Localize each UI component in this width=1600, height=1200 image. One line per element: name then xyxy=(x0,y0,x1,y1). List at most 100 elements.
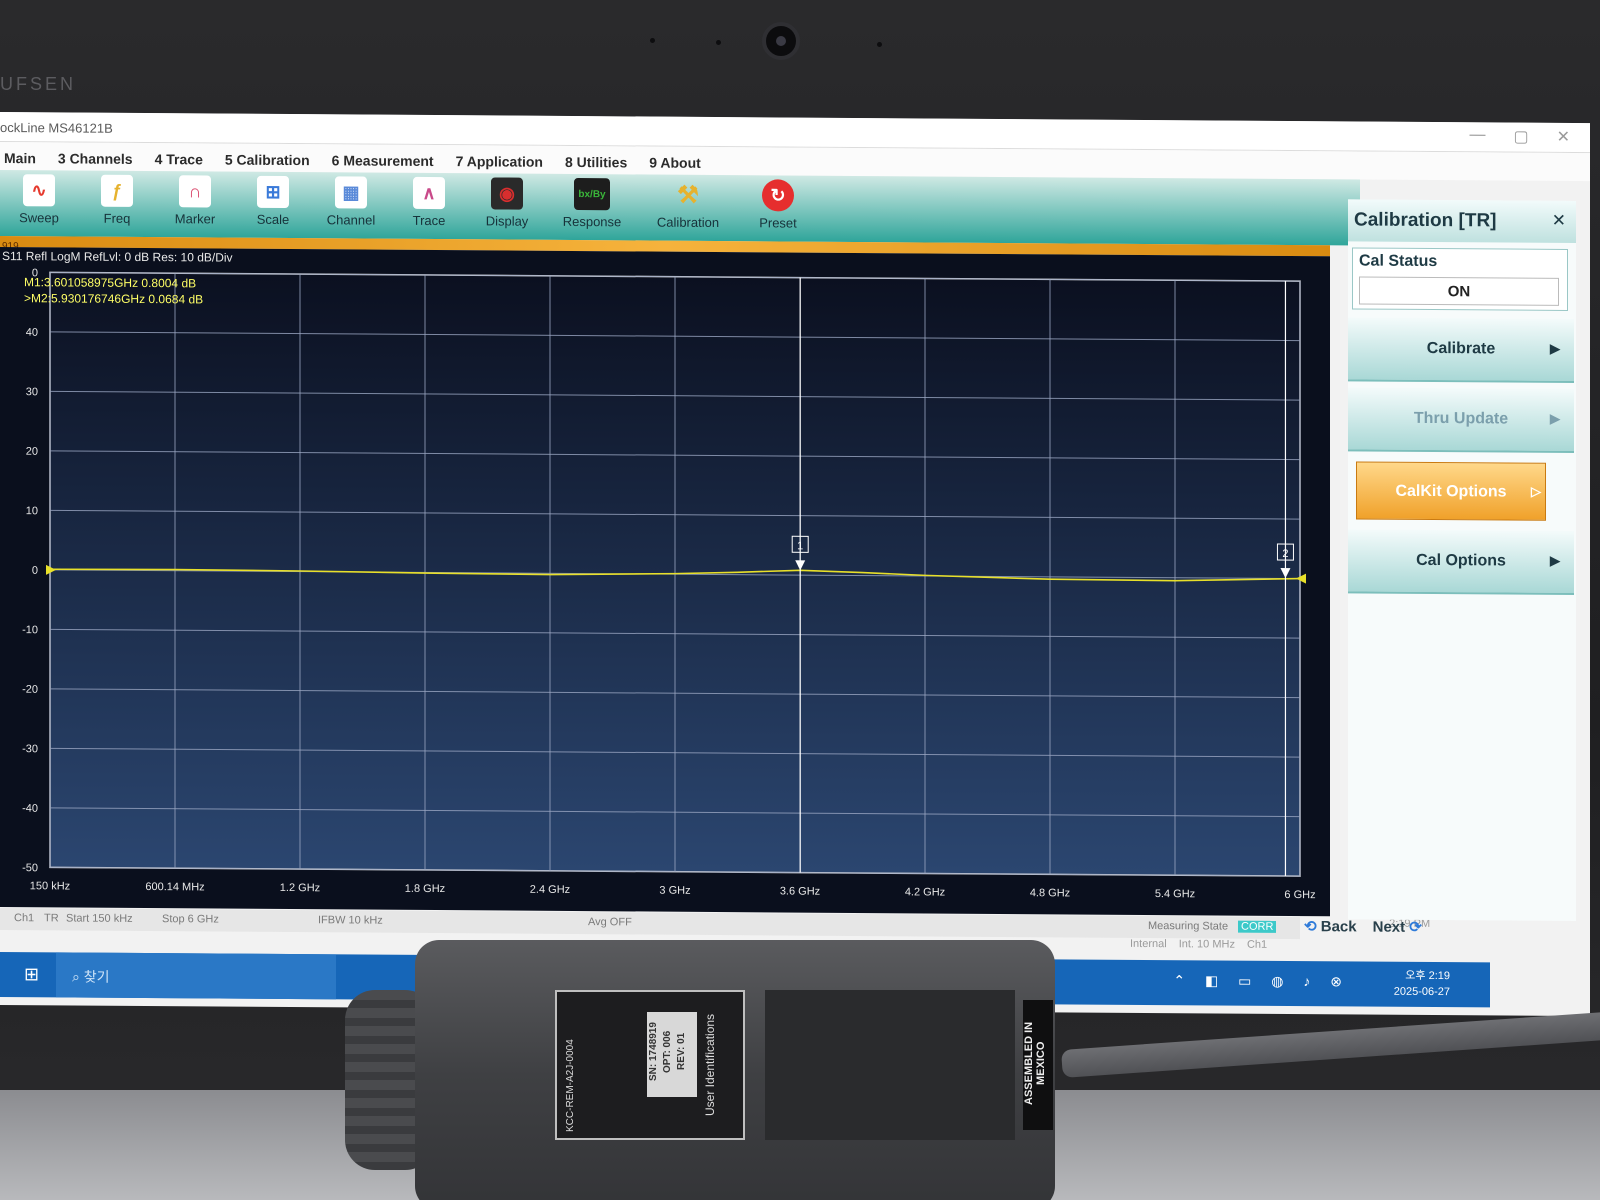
sweep-label: Sweep xyxy=(19,210,59,226)
freq-icon: ƒ xyxy=(101,174,133,207)
taskbar-search[interactable]: ⌕ 찾기 xyxy=(56,952,336,1000)
marker-icon: ∩ xyxy=(179,175,211,208)
revision: REV: 01 xyxy=(676,1032,687,1071)
option-number: OPT: 006 xyxy=(662,1030,673,1073)
taskbar-time: 오후 2:19 xyxy=(1405,969,1450,983)
next-icon: ⟳ xyxy=(1405,918,1422,936)
status-ch: Ch1 xyxy=(14,912,35,925)
y-tick-label: 10 xyxy=(26,505,38,517)
menu-application[interactable]: 7 Application xyxy=(446,145,555,174)
cal-options-label: Cal Options xyxy=(1416,551,1506,570)
taskbar-clock[interactable]: 오후 2:19 2025-06-27 xyxy=(1394,968,1450,1000)
windows-start-icon[interactable]: ⊞ xyxy=(24,964,39,985)
back-icon: ⟲ xyxy=(1304,918,1321,936)
menu-main[interactable]: Main xyxy=(0,142,48,170)
response-button[interactable]: bx/By Response xyxy=(546,174,638,241)
assembled-label: ASSEMBLED IN MEXICO xyxy=(1023,1000,1053,1130)
freq-label: Freq xyxy=(103,210,131,226)
x-tick-label: 3 GHz xyxy=(659,885,690,897)
status-stop[interactable]: Stop 6 GHz xyxy=(162,913,219,925)
marker-button[interactable]: ∩ Marker xyxy=(156,171,234,238)
menu-measurement[interactable]: 6 Measurement xyxy=(322,144,446,173)
x-tick-label: 1.8 GHz xyxy=(405,883,445,895)
marker1-readout: M1:3.601058975GHz 0.8004 dB xyxy=(24,275,196,290)
close-button[interactable]: ✕ xyxy=(1557,127,1570,147)
calkit-options-button[interactable]: CalKit Options ▷ xyxy=(1356,461,1546,521)
sweep-button[interactable]: ∿ Sweep xyxy=(0,170,78,237)
status-internal: Internal xyxy=(1130,937,1167,951)
close-icon[interactable]: ✕ xyxy=(1552,211,1566,231)
marker-label: Marker xyxy=(174,211,216,227)
bezel-sensor xyxy=(877,42,882,47)
y-tick-label: -30 xyxy=(22,743,38,755)
calibration-label: Calibration xyxy=(656,214,720,231)
serial-number: SN: 1748919 xyxy=(648,1022,659,1081)
back-button[interactable]: ⟲ Back xyxy=(1304,917,1357,941)
s11-chart[interactable]: 150 kHz 600.14 MHz 1.2 GHz 1.8 GHz 2.4 GHz 3 … xyxy=(0,247,1330,916)
bezel-sensor xyxy=(650,38,655,43)
menu-calibration[interactable]: 5 Calibration xyxy=(215,144,322,173)
maximize-button[interactable]: ▢ xyxy=(1513,127,1528,147)
preset-label: Preset xyxy=(759,215,797,231)
x-tick-label: 6 GHz xyxy=(1284,889,1315,901)
scale-button[interactable]: ⊞ Scale xyxy=(234,172,312,239)
channel-button[interactable]: ▦ Channel xyxy=(312,172,390,239)
menu-about[interactable]: 9 About xyxy=(639,146,713,175)
calibration-button[interactable]: ⚒ Calibration xyxy=(638,174,738,241)
sidebar-title: Calibration [TR] xyxy=(1348,199,1576,244)
next-label: Next xyxy=(1372,918,1406,936)
marker-number: 2 xyxy=(1282,548,1288,560)
menu-utilities[interactable]: 8 Utilities xyxy=(555,146,639,175)
x-tick-label: 5.4 GHz xyxy=(1155,888,1195,900)
device-label: KCC-REM-A2J-0004 SN: 1748919 OPT: 006 RE… xyxy=(555,990,745,1140)
taskbar-date: 2025-06-27 xyxy=(1393,985,1450,999)
calibrate-label: Calibrate xyxy=(1426,339,1496,358)
window-title: ockLine MS46121B xyxy=(0,120,113,136)
menu-channels[interactable]: 3 Channels xyxy=(48,142,145,171)
y-tick-label: -10 xyxy=(22,624,38,636)
status-start[interactable]: Start 150 kHz xyxy=(66,912,133,924)
cal-status-value[interactable]: ON xyxy=(1359,276,1559,306)
arrow-right-outline-icon: ▷ xyxy=(1531,483,1541,499)
marker2-readout: >M2:5.930176746GHz 0.0684 dB xyxy=(24,291,203,306)
display-button[interactable]: ◉ Display xyxy=(468,173,546,240)
scale-icon: ⊞ xyxy=(257,175,289,209)
marker-number: 1 xyxy=(797,540,803,552)
toolbar: ∿ Sweep ƒ Freq ∩ Marker ⊞ Scale ▦ Channel ∧ Tr… xyxy=(0,170,1360,246)
status-tr: TR xyxy=(44,912,59,925)
preset-icon: ↻ xyxy=(762,179,794,212)
status-ifbw[interactable]: IFBW 10 kHz xyxy=(318,914,383,926)
device-body: KCC-REM-A2J-0004 SN: 1748919 OPT: 006 RE… xyxy=(415,940,1055,1200)
calibrate-button[interactable]: Calibrate ▶ xyxy=(1348,317,1574,383)
display-label: Display xyxy=(485,213,529,229)
taskbar-search-label: 찾기 xyxy=(83,968,110,985)
sweep-icon: ∿ xyxy=(23,174,55,207)
status-ch1: Ch1 xyxy=(1246,938,1268,951)
x-tick-label: 1.2 GHz xyxy=(280,882,320,894)
y-tick-label: 20 xyxy=(26,446,38,458)
arrow-right-icon: ▶ xyxy=(1550,340,1560,356)
calkit-options-label: CalKit Options xyxy=(1395,482,1507,501)
status-avg[interactable]: Avg OFF xyxy=(588,916,632,928)
thru-update-button[interactable]: Thru Update ▶ xyxy=(1348,387,1574,453)
response-icon: bx/By xyxy=(574,178,610,211)
y-tick-label: -40 xyxy=(22,803,38,815)
cal-options-button[interactable]: Cal Options ▶ xyxy=(1348,529,1574,595)
x-tick-label: 600.14 MHz xyxy=(145,881,204,893)
trace-button[interactable]: ∧ Trace xyxy=(390,173,468,240)
preset-button[interactable]: ↻ Preset xyxy=(738,175,818,242)
menu-trace[interactable]: 4 Trace xyxy=(145,143,215,171)
tray-icons[interactable]: ⌃ ◧ ▭ ◍ ♪ ⊗ xyxy=(1173,972,1350,990)
sidebar-nav: ⟲ Back Next ⟳ xyxy=(1300,917,1500,942)
y-tick-label: -20 xyxy=(22,684,38,696)
arrow-right-icon: ▶ xyxy=(1550,410,1560,426)
thru-update-label: Thru Update xyxy=(1413,409,1509,428)
next-button[interactable]: Next ⟳ xyxy=(1373,918,1422,942)
freq-button[interactable]: ƒ Freq xyxy=(78,171,156,238)
plot-area[interactable]: S11 Refl LogM RefLvl: 0 dB Res: 10 dB/Di… xyxy=(0,247,1330,917)
trace-label: Trace xyxy=(412,212,446,229)
minimize-button[interactable]: — xyxy=(1469,126,1485,146)
trace-icon: ∧ xyxy=(413,176,445,210)
laptop-screen: ockLine MS46121B — ▢ ✕ Main 3 Channels 4… xyxy=(0,112,1590,1017)
status-measuring: Measuring State xyxy=(1148,920,1229,933)
